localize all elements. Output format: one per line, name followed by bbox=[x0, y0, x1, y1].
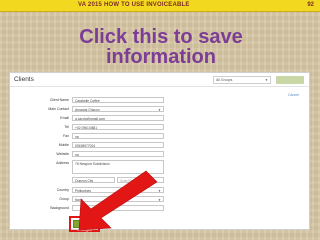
state-placeholder: State/Province/Region bbox=[120, 178, 153, 183]
country-label: Country bbox=[56, 188, 69, 192]
app-screenshot: Clients All Groups ▼ Cancel Client Name … bbox=[9, 72, 310, 232]
email-label: Email bbox=[60, 116, 69, 120]
client-name-field[interactable]: Carabelle Coffee bbox=[72, 97, 164, 103]
slide-background: VA 2015 HOW TO USE INVOICEABLE 92 Click … bbox=[0, 0, 320, 240]
chevron-down-icon: ▼ bbox=[265, 78, 268, 82]
address-label: Address bbox=[56, 161, 69, 165]
country-select[interactable]: Philippines ▼ bbox=[72, 187, 164, 193]
fax-field[interactable]: na bbox=[72, 133, 164, 139]
email-field[interactable]: a.carola@gmail.com bbox=[72, 115, 164, 121]
address-value: 76 Newport Subdivision bbox=[75, 161, 110, 166]
client-name-label: Client Name bbox=[49, 98, 69, 102]
group-select[interactable]: None ▼ bbox=[72, 196, 164, 202]
page-number: 92 bbox=[307, 2, 314, 8]
tel-field[interactable]: +02 0961/0881 bbox=[72, 124, 164, 130]
tel-label: Tel bbox=[64, 125, 69, 129]
mobile-field[interactable]: 09158977024 bbox=[72, 142, 164, 148]
background-field[interactable] bbox=[72, 205, 164, 211]
client-name-value: Carabelle Coffee bbox=[75, 98, 100, 103]
group-value: None bbox=[75, 197, 83, 202]
main-contact-select[interactable]: Amanda Chacon ▼ bbox=[72, 106, 164, 112]
city-value: Quezon City bbox=[75, 178, 94, 183]
header-action-button[interactable] bbox=[276, 76, 304, 84]
website-label: Website bbox=[56, 152, 69, 156]
main-contact-label: Main Contact bbox=[48, 107, 69, 111]
country-value: Philippines bbox=[75, 188, 91, 193]
group-filter-select[interactable]: All Groups ▼ bbox=[213, 76, 271, 84]
callout-line-2: information bbox=[106, 46, 216, 68]
city-field[interactable]: Quezon City bbox=[72, 177, 115, 183]
page-title: Clients bbox=[14, 76, 34, 83]
screenshot-header: Clients All Groups ▼ bbox=[10, 73, 309, 87]
fax-label: Fax bbox=[63, 134, 69, 138]
chevron-down-icon: ▼ bbox=[158, 188, 161, 193]
background-label: Background bbox=[50, 206, 69, 210]
instruction-callout: Click this to save information bbox=[40, 27, 282, 67]
tel-value: +02 0961/0881 bbox=[75, 125, 98, 130]
website-value: na bbox=[75, 152, 79, 157]
mobile-value: 09158977024 bbox=[75, 143, 96, 148]
chevron-down-icon: ▼ bbox=[158, 107, 161, 112]
fax-value: na bbox=[75, 134, 79, 139]
address-field[interactable]: 76 Newport Subdivision bbox=[72, 160, 164, 174]
callout-line-1: Click this to save bbox=[79, 26, 243, 48]
state-field[interactable]: State/Province/Region bbox=[117, 177, 164, 183]
website-field[interactable]: na bbox=[72, 151, 164, 157]
group-filter-value: All Groups bbox=[216, 78, 233, 82]
save-changes-button[interactable]: Save Changes bbox=[73, 220, 96, 232]
chevron-down-icon: ▼ bbox=[158, 197, 161, 202]
main-contact-value: Amanda Chacon bbox=[75, 107, 100, 112]
header-banner: VA 2015 HOW TO USE INVOICEABLE 92 bbox=[0, 0, 320, 12]
banner-title: VA 2015 HOW TO USE INVOICEABLE bbox=[78, 2, 190, 8]
cancel-link[interactable]: Cancel bbox=[288, 93, 299, 97]
mobile-label: Mobile bbox=[58, 143, 69, 147]
group-label: Group bbox=[59, 197, 69, 201]
email-value: a.carola@gmail.com bbox=[75, 116, 106, 121]
